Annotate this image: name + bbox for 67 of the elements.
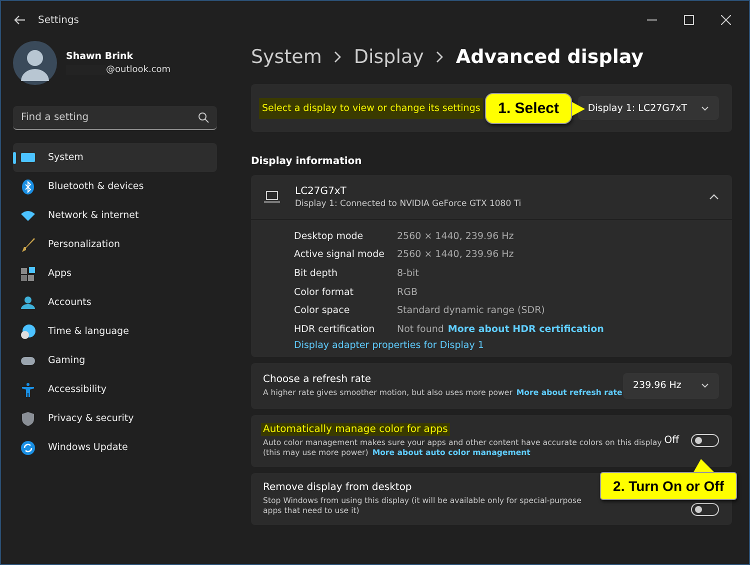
hdr-link[interactable]: More about HDR certification (448, 324, 604, 335)
info-value: 2560 × 1440, 239.96 Hz (397, 230, 514, 242)
sync-icon (20, 440, 36, 456)
info-label: Color space (294, 305, 351, 316)
avatar (13, 41, 57, 85)
shield-icon (20, 410, 36, 426)
close-icon[interactable] (721, 15, 731, 25)
display-dropdown[interactable]: Display 1: LC27G7xT (578, 96, 719, 120)
callout-tooltip: 1. Select (485, 93, 585, 124)
sidebar-item[interactable]: Gaming (13, 346, 217, 375)
info-label: Active signal mode (294, 249, 386, 260)
adapter-properties-link[interactable]: Display adapter properties for Display 1 (294, 340, 732, 351)
chevron-down-icon (701, 106, 709, 110)
laptop-icon (264, 191, 280, 203)
setting-title: Choose a refresh rate (262, 372, 372, 386)
toggle-state: Off (664, 435, 679, 446)
callout-tooltip: 2. Turn On or Off (600, 458, 737, 500)
bluetooth-icon (20, 178, 36, 194)
search-icon (198, 112, 209, 123)
toggle-switch[interactable] (691, 503, 719, 516)
info-value: RGB (397, 286, 418, 298)
callout-pointer (572, 102, 585, 116)
sidebar-item[interactable]: Accounts (13, 288, 217, 317)
info-value: Not found (397, 324, 444, 335)
chevron-down-icon (701, 383, 709, 388)
chevron-icon (334, 51, 342, 63)
breadcrumb-item: Advanced display (456, 46, 644, 68)
sidebar-item[interactable]: System (13, 143, 217, 172)
back-icon[interactable] (14, 15, 26, 25)
accessibility-icon (20, 382, 36, 398)
sidebar-item[interactable]: Windows Update (13, 433, 217, 462)
account-name: Shawn Brink (66, 51, 134, 62)
display-info-header[interactable]: LC27G7xT Display 1: Connected to NVIDIA GeForce GTX 1080 Ti (251, 175, 732, 219)
breadcrumb-item[interactable]: Display (354, 46, 424, 68)
select-display-label: Select a display to view or change its settings (259, 98, 484, 118)
info-value: Standard dynamic range (SDR) (397, 305, 545, 316)
display-name: LC27G7xT (295, 186, 348, 196)
info-label: Desktop mode (294, 230, 364, 242)
info-value: 2560 × 1440, 239.96 Hz (397, 249, 514, 260)
sidebar-item[interactable]: Apps (13, 259, 217, 288)
window-title: Settings (38, 14, 80, 26)
display-subtitle: Display 1: Connected to NVIDIA GeForce GTX 1080 Ti (295, 198, 522, 208)
account-email: @outlook.com (106, 65, 171, 75)
person-icon (20, 294, 36, 310)
info-label: Bit depth (294, 268, 339, 279)
maximize-icon[interactable] (684, 15, 694, 25)
sidebar-item[interactable]: Network & internet (13, 201, 217, 230)
breadcrumb-item[interactable]: System (251, 46, 322, 68)
brush-icon (20, 236, 36, 252)
setting-title: Automatically manage color for apps (261, 422, 450, 436)
toggle-switch[interactable] (691, 434, 719, 448)
info-value: 8-bit (397, 268, 419, 279)
refresh-rate-dropdown[interactable]: 239.96 Hz (623, 372, 719, 399)
sidebar-item[interactable]: Accessibility (13, 375, 217, 404)
sidebar-item[interactable]: Privacy & security (13, 404, 217, 433)
apps-icon (20, 266, 36, 282)
search-field[interactable]: Find a setting (13, 106, 217, 130)
chevron-icon (436, 51, 444, 63)
sidebar-item[interactable]: Time & language (13, 317, 217, 346)
info-label: HDR certification (294, 324, 376, 335)
callout-pointer (693, 458, 715, 473)
sidebar-item[interactable]: Personalization (13, 230, 217, 259)
section-heading: Display information (251, 156, 363, 167)
sidebar-item[interactable]: Bluetooth & devices (13, 172, 217, 201)
setting-title: Remove display from desktop (262, 480, 413, 494)
info-label: Color format (294, 286, 355, 298)
search-input[interactable]: Find a setting (21, 112, 198, 123)
